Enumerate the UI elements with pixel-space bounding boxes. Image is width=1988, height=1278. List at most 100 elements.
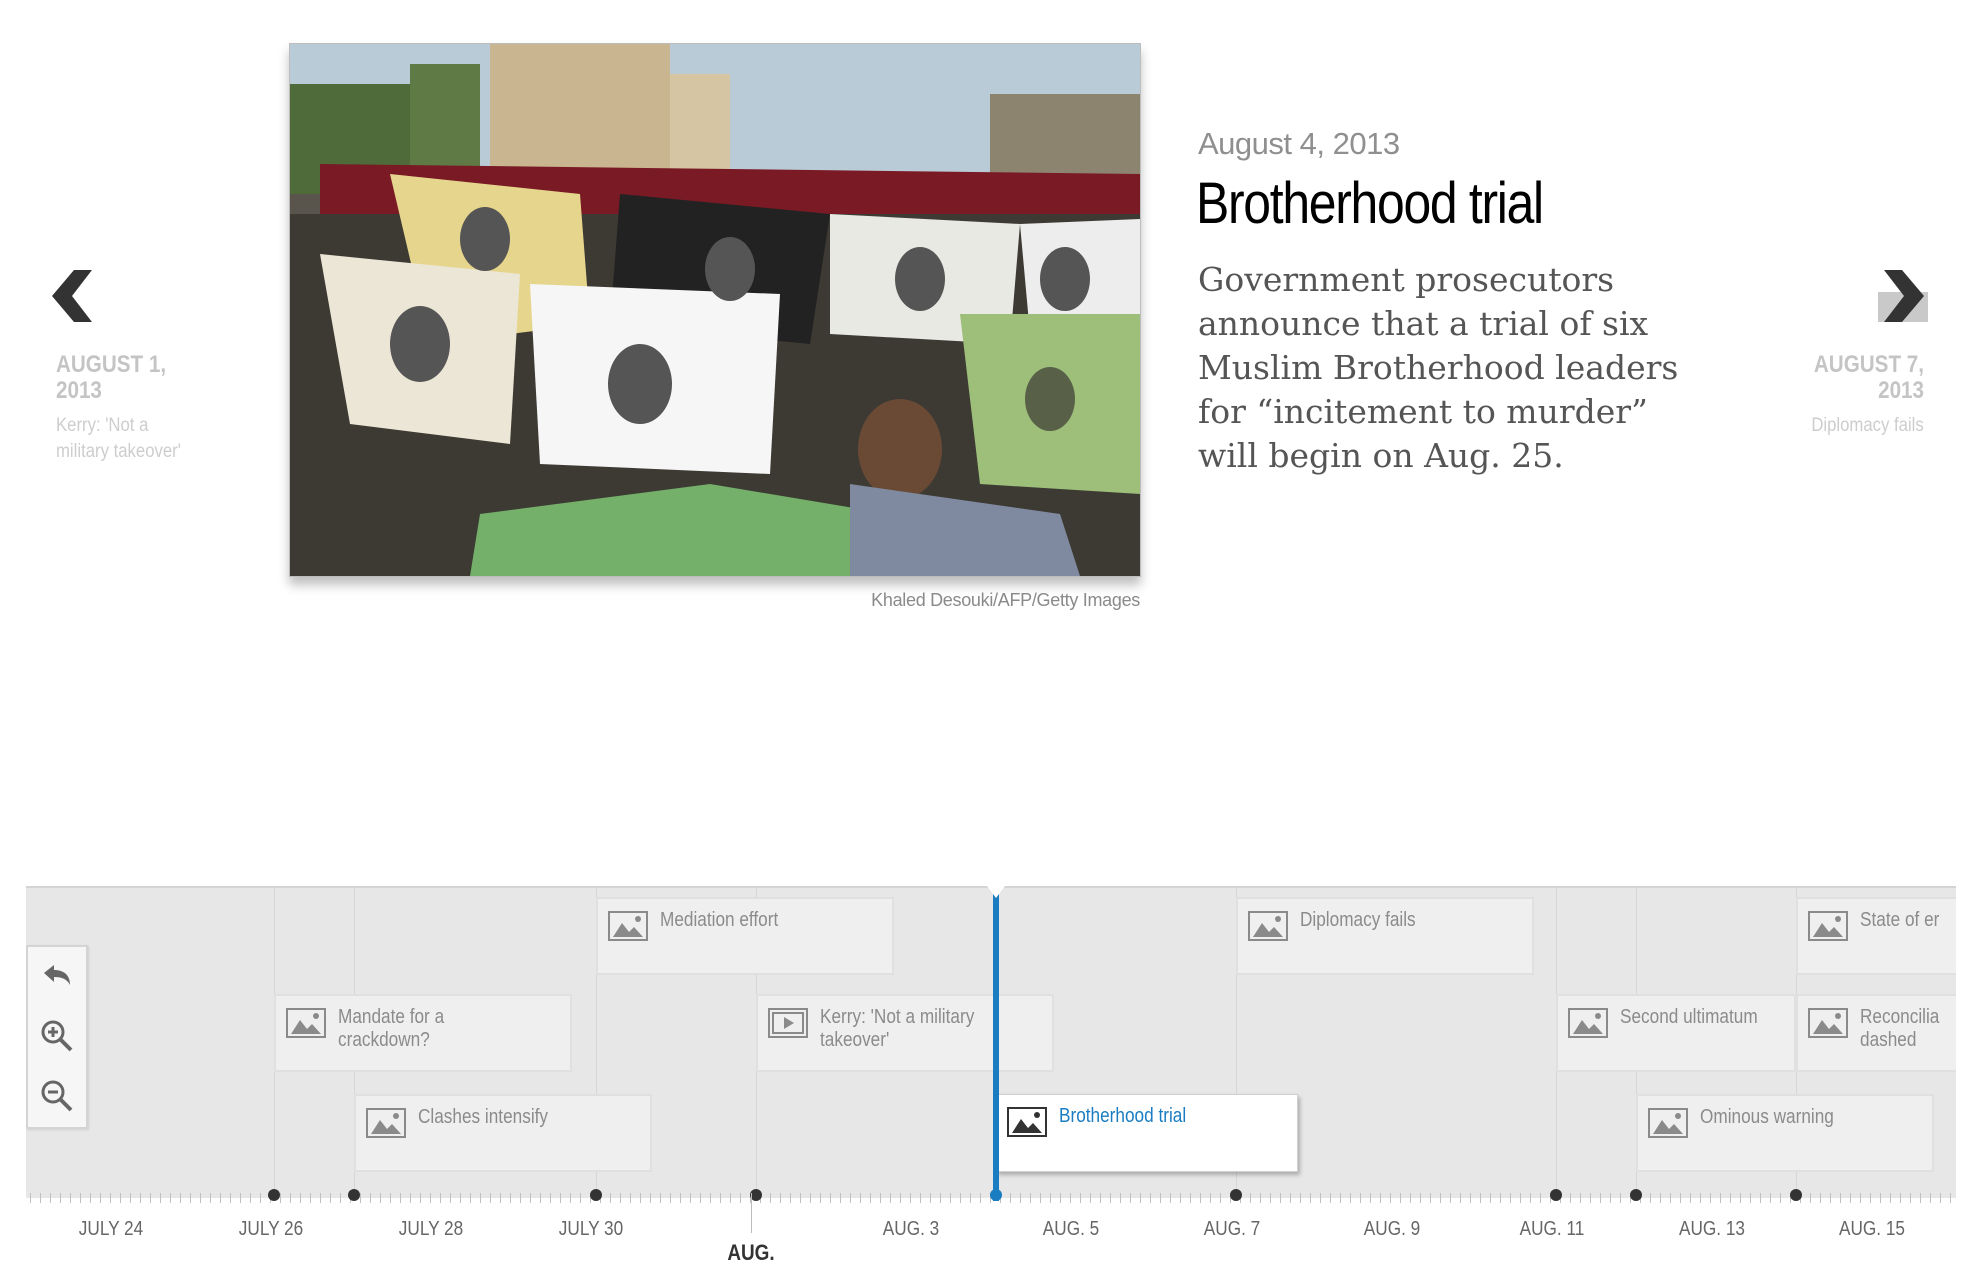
ruler-tick: [450, 1193, 451, 1203]
event-marker[interactable]: [590, 1189, 602, 1201]
prev-event-date[interactable]: AUGUST 1, 2013: [56, 352, 176, 404]
ruler-tick: [700, 1193, 701, 1203]
image-icon: [608, 911, 648, 941]
ruler-tick: [1290, 1193, 1291, 1203]
ruler-tick: [1270, 1193, 1271, 1203]
ruler-tick: [630, 1193, 631, 1203]
next-event-date[interactable]: AUGUST 7, 2013: [1804, 352, 1924, 404]
ruler-tick: [1200, 1193, 1201, 1203]
back-arrow-icon[interactable]: [38, 957, 76, 995]
ruler-tick: [290, 1193, 291, 1203]
timeline-event-state-of-emergency[interactable]: State of er: [1796, 897, 1956, 975]
ruler-tick: [90, 1193, 91, 1203]
ruler-tick: [370, 1193, 371, 1203]
ruler-tick: [120, 1193, 121, 1203]
ruler-tick: [1590, 1193, 1591, 1203]
ruler-tick: [1020, 1193, 1021, 1203]
ruler-tick: [470, 1193, 471, 1203]
timeline-event-reconciliation-dashed[interactable]: Reconcilia dashed: [1796, 994, 1956, 1072]
ruler-tick: [1350, 1193, 1351, 1203]
image-icon: [1248, 911, 1288, 941]
ruler-tick: [910, 1193, 911, 1203]
ruler-tick: [710, 1193, 711, 1203]
ruler-tick: [940, 1193, 941, 1203]
video-icon: [768, 1008, 808, 1038]
zoom-out-icon[interactable]: [38, 1077, 76, 1115]
ruler-tick: [740, 1193, 741, 1203]
ruler-tick: [550, 1193, 551, 1203]
ruler-tick: [1450, 1193, 1451, 1203]
ruler-tick: [1210, 1193, 1211, 1203]
ruler-tick: [1540, 1193, 1541, 1203]
ruler-tick: [660, 1193, 661, 1203]
ruler-tick: [830, 1193, 831, 1203]
axis-label: JULY 24: [78, 1218, 144, 1240]
axis-label: AUG. 3: [882, 1218, 940, 1240]
timeline-event-diplomacy-fails[interactable]: Diplomacy fails: [1236, 897, 1534, 975]
chevron-left-icon[interactable]: [52, 270, 98, 322]
ruler-tick: [60, 1193, 61, 1203]
image-icon: [366, 1108, 406, 1138]
ruler-tick: [380, 1193, 381, 1203]
ruler-tick: [930, 1193, 931, 1203]
timeline-event-mandate-for-a-crackdown[interactable]: Mandate for a crackdown?: [274, 994, 572, 1072]
ruler-tick: [640, 1193, 641, 1203]
ruler-tick: [1490, 1193, 1491, 1203]
ruler-tick: [140, 1193, 141, 1203]
ruler-tick: [40, 1193, 41, 1203]
ruler-tick: [1600, 1193, 1601, 1203]
ruler-tick: [1430, 1193, 1431, 1203]
ruler-tick: [1340, 1193, 1341, 1203]
story-photo: [289, 43, 1141, 577]
image-icon: [286, 1008, 326, 1038]
ruler-tick: [390, 1193, 391, 1203]
ruler-tick: [1300, 1193, 1301, 1203]
axis-label: AUG. 5: [1042, 1218, 1100, 1240]
timeline-event-ominous-warning[interactable]: Ominous warning: [1636, 1094, 1934, 1172]
ruler-tick: [1890, 1193, 1891, 1203]
timeline-event-kerry-not-a-military-takeover[interactable]: Kerry: 'Not a military takeover': [756, 994, 1054, 1072]
ruler-tick: [720, 1193, 721, 1203]
event-marker[interactable]: [1630, 1189, 1642, 1201]
ruler-tick: [1220, 1193, 1221, 1203]
zoom-in-icon[interactable]: [38, 1017, 76, 1055]
ruler-tick: [1120, 1193, 1121, 1203]
axis-label: JULY 26: [238, 1218, 304, 1240]
ruler-tick: [1730, 1193, 1731, 1203]
ruler-tick: [1160, 1193, 1161, 1203]
ruler-tick: [520, 1193, 521, 1203]
ruler-tick: [300, 1193, 301, 1203]
event-marker[interactable]: [268, 1189, 280, 1201]
ruler-tick: [970, 1193, 971, 1203]
ruler-tick: [1460, 1193, 1461, 1203]
ruler-tick: [1500, 1193, 1501, 1203]
ruler-tick: [80, 1193, 81, 1203]
ruler-tick: [1320, 1193, 1321, 1203]
timeline-event-second-ultimatum[interactable]: Second ultimatum: [1556, 994, 1796, 1072]
ruler-tick: [110, 1193, 111, 1203]
ruler-tick: [1050, 1193, 1051, 1203]
event-marker[interactable]: [348, 1189, 360, 1201]
event-marker-active[interactable]: [990, 1189, 1002, 1201]
axis-label: AUG. 13: [1679, 1218, 1745, 1240]
chevron-right-icon[interactable]: [1878, 270, 1928, 322]
ruler-tick: [1530, 1193, 1531, 1203]
ruler-tick: [800, 1193, 801, 1203]
event-marker[interactable]: [1790, 1189, 1802, 1201]
event-marker[interactable]: [1230, 1189, 1242, 1201]
ruler-tick: [460, 1193, 461, 1203]
ruler-tick: [510, 1193, 511, 1203]
timeline-event-clashes-intensify[interactable]: Clashes intensify: [354, 1094, 652, 1172]
timeline-event-mediation-effort[interactable]: Mediation effort: [596, 897, 894, 975]
ruler-tick: [950, 1193, 951, 1203]
ruler-tick: [190, 1193, 191, 1203]
current-event-marker: [993, 891, 999, 1201]
prev-event-title[interactable]: Kerry: 'Not a military takeover': [56, 413, 206, 465]
next-event-title[interactable]: Diplomacy fails: [1812, 413, 1924, 439]
event-marker[interactable]: [1550, 1189, 1562, 1201]
ruler-tick: [220, 1193, 221, 1203]
ruler-tick: [50, 1193, 51, 1203]
story-date: August 4, 2013: [1198, 126, 1400, 161]
timeline-event-brotherhood-trial[interactable]: Brotherhood trial: [996, 1094, 1298, 1172]
ruler-tick: [1130, 1193, 1131, 1203]
